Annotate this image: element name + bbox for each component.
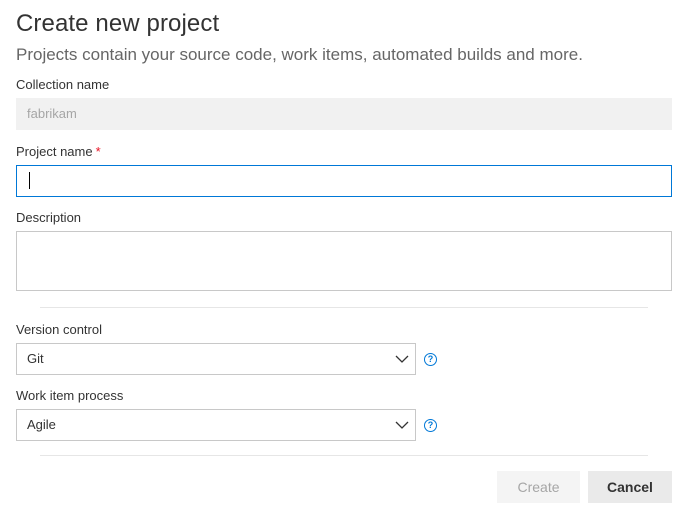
chevron-down-icon (395, 421, 409, 429)
create-button[interactable]: Create (497, 471, 580, 503)
chevron-down-icon (395, 355, 409, 363)
version-control-select[interactable]: Git (16, 343, 416, 375)
work-item-process-help-icon[interactable]: ? (424, 419, 437, 432)
dialog-title: Create new project (16, 10, 220, 37)
version-control-label: Version control (16, 322, 102, 337)
collection-name-field: fabrikam (16, 98, 672, 130)
project-name-input[interactable] (16, 165, 672, 197)
text-cursor (29, 172, 30, 189)
work-item-process-value: Agile (27, 417, 56, 432)
project-name-label: Project name (16, 144, 93, 159)
description-label: Description (16, 210, 82, 225)
version-control-value: Git (27, 351, 44, 366)
version-control-help-icon[interactable]: ? (424, 353, 437, 366)
divider-top (40, 307, 648, 308)
description-textarea[interactable] (16, 231, 672, 291)
project-name-label-row: Project name * (16, 144, 101, 159)
required-indicator: * (95, 144, 101, 159)
collection-name-label: Collection name (16, 77, 110, 92)
create-project-dialog: Create new project Projects contain your… (0, 0, 700, 510)
dialog-subtitle: Projects contain your source code, work … (16, 45, 583, 64)
divider-bottom (40, 455, 648, 456)
work-item-process-select[interactable]: Agile (16, 409, 416, 441)
work-item-process-label: Work item process (16, 388, 124, 403)
cancel-button[interactable]: Cancel (588, 471, 672, 503)
